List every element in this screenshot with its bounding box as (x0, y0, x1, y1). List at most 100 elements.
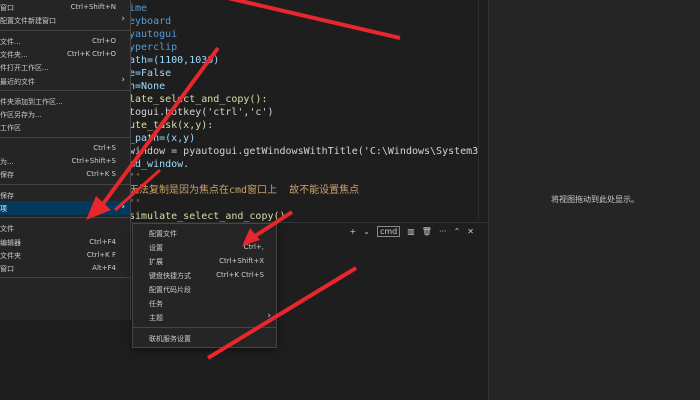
submenu-item-label: 任务 (149, 300, 163, 308)
code-line[interactable]: n=None (129, 80, 165, 93)
code-line[interactable]: togui.hotkey('ctrl','c') (129, 106, 274, 119)
split-terminal-icon[interactable]: ▥ (407, 227, 415, 236)
submenu-item[interactable]: 配置文件 (133, 226, 276, 240)
code-line[interactable]: yperclip (129, 41, 177, 54)
menu-item[interactable]: 作区另存为... (0, 107, 130, 121)
submenu-item[interactable]: 键盘快捷方式 Ctrl+K Ctrl+S (133, 268, 276, 282)
menu-item[interactable]: 配置文件新建窗口 › (0, 13, 130, 27)
code-token: togui.hotkey('ctrl','c') (129, 107, 274, 118)
menu-item-label: 窗口 (0, 265, 14, 274)
code-line[interactable]: 无法复制是因为焦点在cmd窗口上 故不能设置焦点 (129, 184, 359, 197)
code-token: yperclip (129, 42, 178, 53)
code-line[interactable]: ath=(1100,1030) (129, 54, 219, 67)
menu-item[interactable]: 最近的文件 › (0, 74, 130, 88)
menu-item[interactable]: 为... Ctrl+Shift+S (0, 154, 130, 168)
code-line[interactable]: yautogui (129, 28, 177, 41)
submenu-item-shortcut: Ctrl+K Ctrl+S (216, 271, 264, 279)
new-terminal-icon[interactable]: + (350, 227, 357, 236)
more-icon[interactable]: ··· (439, 227, 447, 236)
code-line[interactable]: late_select_and_copy(): (129, 93, 267, 106)
menu-separator (0, 277, 130, 279)
submenu-item[interactable]: 任务 (133, 296, 276, 310)
submenu-item-label: 配置文件 (149, 230, 177, 238)
menu-item-shortcut: Ctrl+K S (86, 170, 116, 179)
menu-item[interactable]: 文件夹 Ctrl+K F (0, 248, 130, 262)
code-line[interactable]: e=False (129, 67, 171, 80)
menu-item[interactable]: 工作区 (0, 120, 130, 134)
submenu-item-label: 配置代码片段 (149, 286, 191, 294)
menu-item-label: 窗口 (0, 4, 14, 12)
code-token: 无法复制是因为焦点在cmd窗口上 故不能设置焦点 (129, 185, 360, 196)
menu-item[interactable]: 件夹添加到工作区... (0, 94, 130, 108)
code-line[interactable]: eyboard (129, 15, 171, 28)
submenu-item[interactable]: 主题 › (133, 310, 276, 324)
code-token: ath=(1100,1030) (129, 55, 220, 66)
chevron-right-icon: › (121, 14, 125, 25)
terminal-toolbar: + ⌄ cmd ▥ 🗑 ··· ⌃ ✕ (350, 226, 474, 237)
menu-item[interactable]: 保存 Ctrl+K S (0, 167, 130, 181)
menu-item[interactable]: 文件夹... Ctrl+K Ctrl+O (0, 47, 130, 61)
menu-item-label: 工作区 (0, 124, 21, 133)
menu-item-label: 作区另存为... (0, 111, 42, 120)
menu-separator (0, 183, 130, 185)
code-line[interactable]: _path=(x,y) (129, 132, 195, 145)
submenu-item-label: 主题 (149, 314, 163, 322)
menu-item[interactable]: Ctrl+S (0, 141, 130, 155)
submenu-item-shortcut: Ctrl+Shift+X (219, 257, 264, 265)
menu-item[interactable]: 窗口 Ctrl+Shift+N (0, 0, 130, 14)
chevron-right-icon: › (121, 201, 125, 212)
menu-item-label: 保存 (0, 171, 14, 180)
chevron-up-icon[interactable]: ⌃ (454, 227, 461, 236)
file-menu: 窗口 Ctrl+Shift+N 配置文件新建窗口 › 文件... Ctrl+O 文件夹...… (0, 0, 131, 320)
code-token: _path=(x,y) (129, 133, 196, 144)
chevron-right-icon: › (267, 311, 271, 321)
submenu-item-label: 联机服务设置 (149, 335, 191, 343)
menu-separator (0, 89, 130, 91)
menu-item-label: 编辑器 (0, 238, 21, 247)
menu-item-shortcut: Ctrl+K Ctrl+O (67, 49, 116, 58)
submenu-item-label: 扩展 (149, 258, 163, 266)
chevron-down-icon[interactable]: ⌄ (363, 227, 370, 236)
menu-item-shortcut: Ctrl+K F (86, 250, 116, 259)
code-line[interactable]: ute_task(x,y): (129, 119, 213, 132)
menu-item-shortcut: Ctrl+S (93, 143, 116, 152)
menu-item[interactable]: 件打开工作区... (0, 60, 130, 74)
preferences-submenu: 配置文件设置 Ctrl+, 扩展 Ctrl+Shift+X 键盘快捷方式 Ctrl+K C… (132, 223, 277, 348)
submenu-item[interactable]: 联机服务设置 (133, 331, 276, 345)
close-icon[interactable]: ✕ (467, 227, 474, 236)
menu-item-label: 为... (0, 158, 14, 166)
code-token: n=None (129, 81, 166, 92)
menu-item-shortcut: Ctrl+Shift+S (71, 157, 116, 165)
menu-separator (133, 327, 276, 328)
code-line[interactable]: ime (129, 2, 147, 15)
submenu-item[interactable]: 配置代码片段 (133, 282, 276, 296)
menu-item[interactable]: 项 › (0, 200, 130, 215)
menu-separator (0, 217, 130, 219)
menu-item-label: 件打开工作区... (0, 64, 49, 73)
submenu-item-label: 键盘快捷方式 (149, 272, 191, 280)
menu-item-shortcut: Ctrl+F4 (89, 237, 116, 246)
submenu-item[interactable]: 扩展 Ctrl+Shift+X (133, 254, 276, 268)
menu-item-shortcut: Ctrl+Shift+N (70, 3, 116, 11)
menu-item-label: 项 (0, 204, 7, 213)
code-line[interactable]: window = pyautogui.getWindowsWithTitle('… (129, 145, 532, 158)
menu-item-label: 文件夹 (0, 251, 21, 260)
code-token: window = pyautogui.getWindowsWithTitle('… (129, 146, 533, 157)
code-token: md_window. (129, 159, 190, 170)
menu-item[interactable]: 文件... Ctrl+O (0, 34, 130, 48)
trash-icon[interactable]: 🗑 (422, 227, 432, 236)
terminal-icon[interactable]: cmd (376, 226, 401, 237)
menu-item-label: 件夹添加到工作区... (0, 97, 63, 106)
menu-item-label: 配置文件新建窗口 (0, 17, 56, 26)
menu-item[interactable]: 窗口 Alt+F4 (0, 261, 130, 275)
code-token: e=False (129, 68, 172, 79)
menu-item[interactable]: 文件 (0, 221, 130, 235)
code-line[interactable]: md_window. (129, 158, 189, 171)
submenu-item[interactable]: 设置 Ctrl+, (133, 240, 276, 254)
submenu-item-label: 设置 (149, 244, 163, 252)
menu-item[interactable]: 保存 (0, 188, 130, 202)
menu-item[interactable]: 编辑器 Ctrl+F4 (0, 235, 130, 249)
menu-item-label: 文件 (0, 225, 14, 234)
menu-item-label: 文件... (0, 37, 21, 46)
code-token: simulate_select_and_copy() (129, 211, 286, 222)
